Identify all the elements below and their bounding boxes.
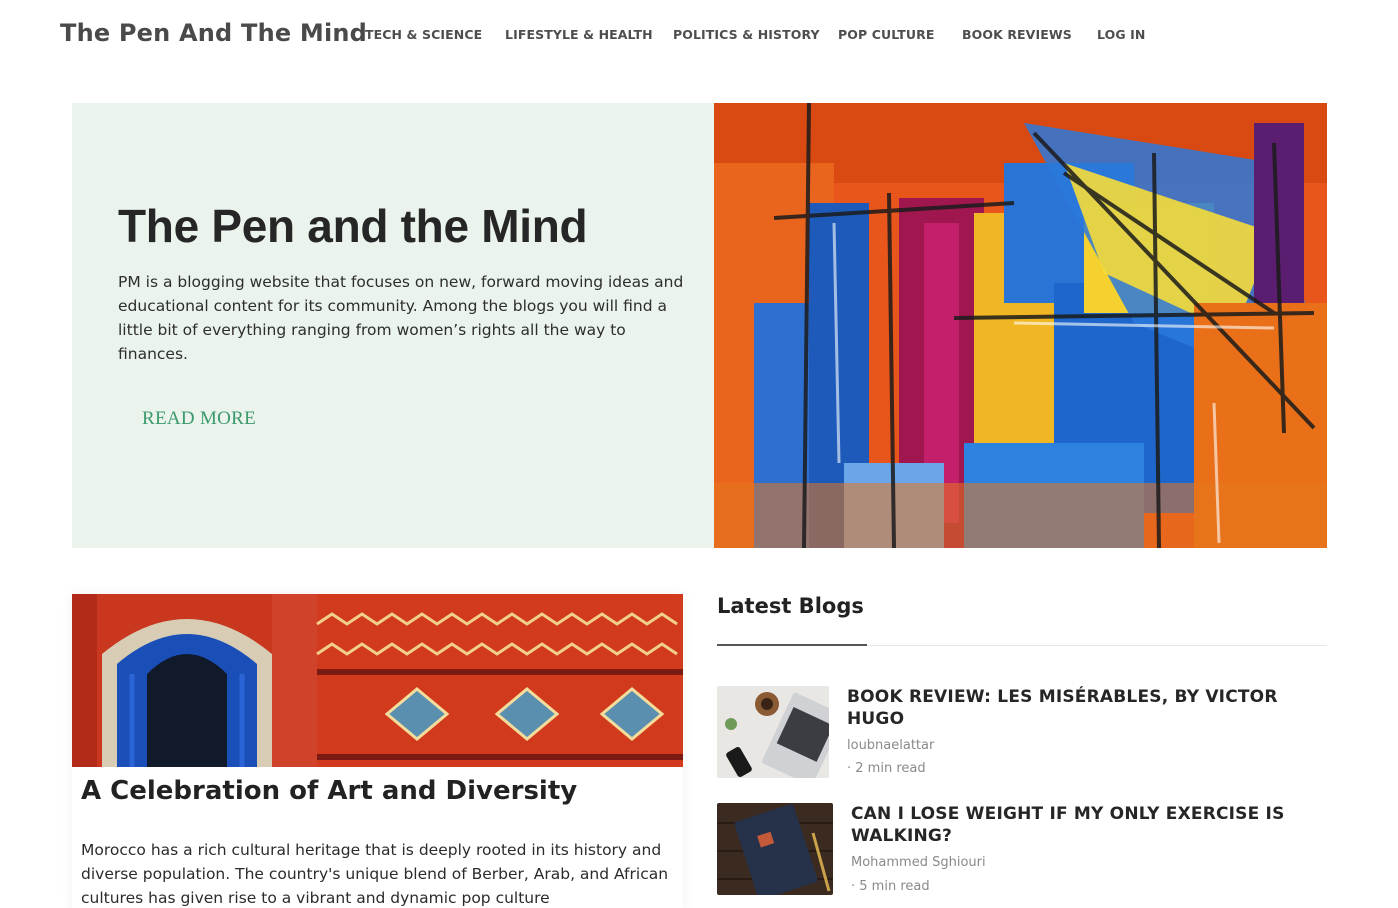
- laptop-desk-thumbnail[interactable]: [717, 686, 829, 778]
- site-header: The Pen And The Mind TECH & SCIENCE LIFE…: [0, 0, 1398, 70]
- hero-panel: The Pen and the Mind PM is a blogging we…: [72, 103, 714, 548]
- blog-post-read-time: · 5 min read: [851, 879, 930, 894]
- blog-post-item[interactable]: BOOK REVIEW: LES MISÉRABLES, BY VICTOR H…: [717, 686, 1327, 778]
- nav-log-in[interactable]: LOG IN: [1097, 27, 1145, 42]
- blog-post-author[interactable]: Mohammed Sghiouri: [851, 855, 986, 870]
- site-logo[interactable]: The Pen And The Mind: [60, 19, 367, 47]
- nav-item-book-reviews[interactable]: BOOK REVIEWS: [962, 27, 1072, 42]
- notebook-thumbnail[interactable]: [717, 803, 833, 895]
- nav-item-lifestyle-health[interactable]: LIFESTYLE & HEALTH: [505, 27, 653, 42]
- nav-item-politics-history[interactable]: POLITICS & HISTORY: [673, 27, 820, 42]
- moroccan-door-rug-image: [72, 594, 683, 767]
- nav-item-pop-culture[interactable]: POP CULTURE: [838, 27, 934, 42]
- read-more-link[interactable]: READ MORE: [142, 408, 256, 430]
- hero-title: The Pen and the Mind: [118, 200, 588, 252]
- latest-blogs-heading: Latest Blogs: [717, 594, 864, 618]
- blog-post-author[interactable]: loubnaelattar: [847, 738, 934, 753]
- featured-post-excerpt: Morocco has a rich cultural heritage tha…: [81, 841, 669, 907]
- hero-description: PM is a blogging website that focuses on…: [118, 273, 684, 363]
- blog-post-title[interactable]: BOOK REVIEW: LES MISÉRABLES, BY VICTOR H…: [847, 686, 1307, 730]
- nav-item-tech-science[interactable]: TECH & SCIENCE: [365, 27, 482, 42]
- featured-post-card[interactable]: A Celebration of Art and Diversity Moroc…: [72, 594, 683, 908]
- blog-post-read-time: · 2 min read: [847, 761, 926, 776]
- blog-post-item[interactable]: CAN I LOSE WEIGHT IF MY ONLY EXERCISE IS…: [717, 803, 1327, 895]
- featured-post-title[interactable]: A Celebration of Art and Diversity: [81, 776, 577, 806]
- blog-post-title[interactable]: CAN I LOSE WEIGHT IF MY ONLY EXERCISE IS…: [851, 803, 1311, 847]
- latest-blogs-divider-accent: [717, 644, 867, 646]
- hero-abstract-painting-image: [714, 103, 1327, 548]
